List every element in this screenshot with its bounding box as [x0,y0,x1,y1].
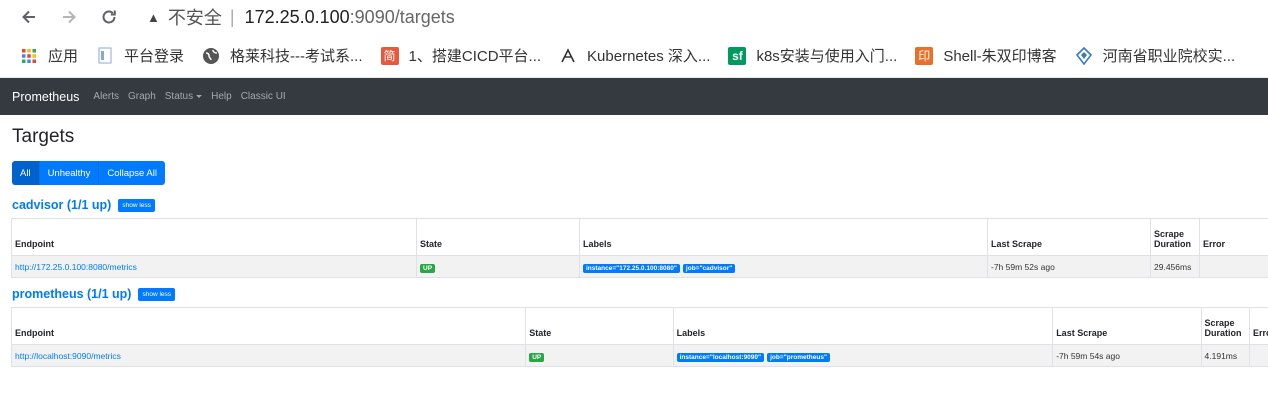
bookmark-henan-vocational[interactable]: 河南省职业院校实... [1075,45,1236,66]
job-header: cadvisor (1/1 up) show less [12,198,1268,212]
globe-icon [202,47,220,65]
endpoint-cell: http://localhost:9090/metrics [10,344,527,367]
state-badge: UP [420,263,436,273]
nav-status-dropdown[interactable]: Status [164,91,203,102]
column-header-labels: Labels [579,218,988,256]
scrape-label: Scrape [1204,318,1235,328]
label-badge-job: job="prometheus" [767,352,831,362]
job-title-link[interactable]: cadvisor (1/1 up) [12,198,111,212]
show-less-button[interactable]: show less [118,198,155,212]
table-row: http://172.25.0.100:8080/metrics UP inst… [11,255,1268,278]
url-bar[interactable]: ▲ 不安全 | 172.25.0.100:9090/targets [147,4,455,30]
state-cell: UP [525,344,674,367]
state-cell: UP [416,255,580,278]
juejin-icon [559,47,577,65]
bookmarks-bar: 应用 平台登录 格莱科技---考试系... 简 1、搭建CICD平台... Ku… [0,34,1268,78]
job-title-link[interactable]: prometheus (1/1 up) [12,287,131,301]
label-badge-job: job="cadvisor" [682,263,736,273]
scrape-label: Scrape [1154,229,1185,239]
endpoint-link[interactable]: http://172.25.0.100:8080/metrics [15,262,137,272]
brand-link[interactable]: Prometheus [12,90,79,104]
error-cell [1248,344,1268,367]
column-header-state: State [416,218,580,256]
shield-site-icon [1075,46,1093,65]
filter-button-group: All Unhealthy Collapse All [12,161,165,185]
label-badge-instance: instance="172.25.0.100:8080" [583,263,680,273]
bookmark-cicd[interactable]: 简 1、搭建CICD平台... [380,45,542,66]
labels-cell: instance="localhost:9090" job="prometheus… [672,344,1054,367]
labels-cell: instance="172.25.0.100:8080" job="cadviso… [579,255,988,278]
bookmark-label: 应用 [48,48,79,65]
jianshu-icon: 简 [380,46,399,65]
bookmark-label: 河南省职业院校实... [1102,48,1236,65]
nav-help[interactable]: Help [211,91,232,102]
endpoint-link[interactable]: http://localhost:9090/metrics [15,351,121,361]
column-header-error: Error [1199,218,1268,256]
nav-classic-ui[interactable]: Classic UI [241,91,286,102]
targets-table: Endpoint State Labels Last Scrape Scrape… [10,307,1268,367]
table-header-row: Endpoint State Labels Last Scrape Scrape… [11,218,1268,256]
last-scrape-cell: -7h 59m 54s ago [1052,344,1202,367]
error-cell [1199,255,1268,278]
bookmark-platform-login[interactable]: 平台登录 [96,45,184,66]
targets-table: Endpoint State Labels Last Scrape Scrape… [11,218,1268,278]
bookmark-label: 1、搭建CICD平台... [408,48,542,65]
warning-icon: ▲ [147,9,160,25]
endpoint-cell: http://172.25.0.100:8080/metrics [11,255,417,278]
url-separator: | [229,6,235,27]
bookmark-apps[interactable]: 应用 [20,45,78,66]
url-host: 172.25.0.100 [244,6,350,27]
column-header-state: State [525,307,674,345]
page-title: Targets [12,126,75,147]
column-header-scrape-duration: Scrape Duration [1200,307,1250,345]
column-header-scrape-duration: Scrape Duration [1150,218,1200,256]
duration-label: Duration [1204,328,1242,338]
job-header: prometheus (1/1 up) show less [12,287,1268,301]
column-header-error: Error [1248,307,1268,345]
table-header-row: Endpoint State Labels Last Scrape Scrape… [10,307,1268,345]
column-header-last-scrape: Last Scrape [1052,307,1202,345]
table-row: http://localhost:9090/metrics UP instanc… [10,344,1268,367]
filter-all-button[interactable]: All [12,161,40,185]
prometheus-navbar: Prometheus Alerts Graph Status Help Clas… [0,78,1268,115]
duration-label: Duration [1154,239,1191,249]
forward-arrow-icon[interactable] [59,7,79,27]
nav-graph[interactable]: Graph [128,91,156,102]
segmentfault-icon: sf [728,46,747,65]
column-header-labels: Labels [672,307,1054,345]
column-header-endpoint: Endpoint [10,307,527,345]
state-badge: UP [529,352,545,362]
bookmark-label: Kubernetes 深入... [587,48,711,65]
bookmark-exam-system[interactable]: 格莱科技---考试系... [202,45,363,66]
collapse-all-button[interactable]: Collapse All [99,161,165,185]
bookmark-label: Shell-朱双印博客 [943,48,1057,65]
nav-status-label: Status [164,91,194,102]
bookmark-shell-blog[interactable]: 印 Shell-朱双印博客 [915,45,1057,66]
duration-cell: 4.191ms [1200,344,1250,367]
label-badge-instance: instance="localhost:9090" [676,352,765,362]
column-header-endpoint: Endpoint [11,218,417,256]
caret-down-icon [196,94,203,98]
browser-toolbar: ▲ 不安全 | 172.25.0.100:9090/targets [0,0,1268,34]
column-header-last-scrape: Last Scrape [987,218,1151,256]
show-less-button[interactable]: show less [138,287,176,301]
bookmark-label: 格莱科技---考试系... [230,48,363,65]
insecure-label: 不安全 [167,8,222,28]
bookmark-label: k8s安装与使用入门... [756,48,898,65]
main-content: Targets All Unhealthy Collapse All cadvi… [0,126,1268,367]
bookmark-kubernetes[interactable]: Kubernetes 深入... [559,45,710,66]
filter-unhealthy-button[interactable]: Unhealthy [39,161,100,185]
bookmark-k8s-intro[interactable]: sf k8s安装与使用入门... [728,45,897,66]
back-arrow-icon[interactable] [19,7,39,27]
page-icon [96,47,114,65]
apps-grid-icon [20,47,38,65]
nav-alerts[interactable]: Alerts [93,91,119,102]
last-scrape-cell: -7h 59m 52s ago [987,255,1151,278]
bookmark-label: 平台登录 [124,48,185,65]
reload-icon[interactable] [99,7,119,27]
zsythink-icon: 印 [915,46,934,65]
duration-cell: 29.456ms [1150,255,1200,278]
url-path: :9090/targets [349,6,455,27]
